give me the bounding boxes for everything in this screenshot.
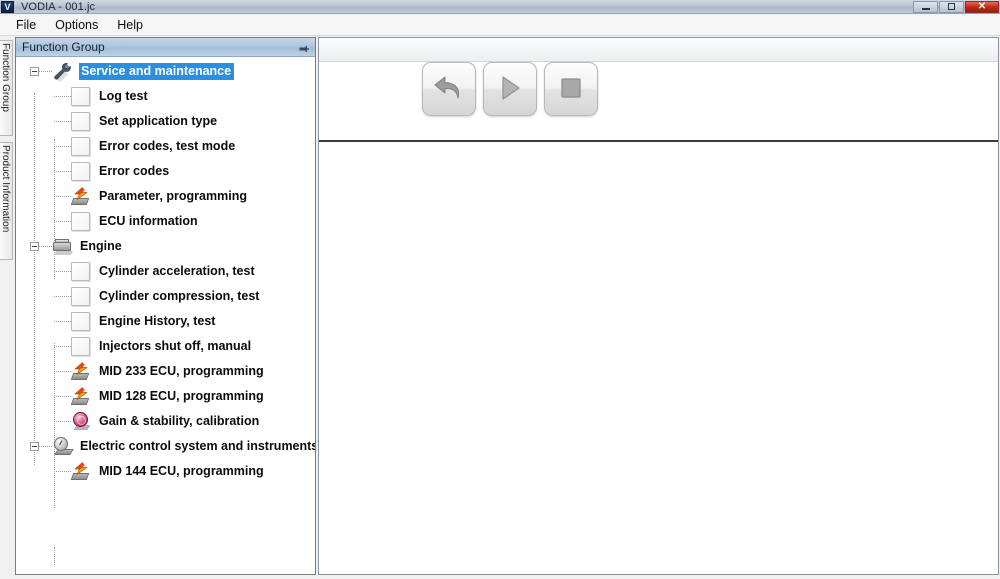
vertical-tab-function-group-label: Function Group: [0, 43, 11, 112]
engine-block-icon: [52, 238, 73, 258]
vertical-tab-product-information[interactable]: Product Information: [0, 142, 13, 260]
close-button[interactable]: ✕: [965, 1, 999, 13]
vertical-tab-strip: Function Group Product Information: [0, 36, 14, 579]
window-title: VODIA - 001.jc: [21, 1, 95, 13]
vertical-tab-function-group[interactable]: Function Group: [0, 40, 13, 136]
app-icon: V: [1, 1, 14, 13]
bar-chart-icon: [71, 211, 92, 232]
tree-item-label: Set application type: [97, 113, 220, 130]
tree-item-cylinder-acceleration-test[interactable]: Cylinder acceleration, test: [16, 259, 315, 284]
tree-item-label: Error codes: [97, 163, 172, 180]
tree-item-label: Cylinder compression, test: [97, 288, 262, 305]
bar-chart-icon: [71, 86, 92, 107]
instrument-dial-icon: [52, 436, 73, 457]
tree-item-mid-233-ecu-programming[interactable]: MID 233 ECU, programming: [16, 359, 315, 384]
bar-chart-icon: [71, 111, 92, 132]
expander-icon[interactable]: [30, 67, 39, 76]
menu-bar: File Options Help: [0, 14, 1000, 36]
tree-item-injectors-shut-off-manual[interactable]: Injectors shut off, manual: [16, 334, 315, 359]
tree-item-engine-history-test[interactable]: Engine History, test: [16, 309, 315, 334]
minimize-icon: [914, 2, 937, 12]
menu-item-file[interactable]: File: [8, 16, 44, 34]
main-content-area: [318, 37, 999, 575]
title-bar: V VODIA - 001.jc ✕: [0, 0, 1000, 14]
expander-icon[interactable]: [30, 442, 39, 451]
toolbar-background-strip: [319, 38, 998, 62]
tree-item-ecu-information[interactable]: ECU information: [16, 209, 315, 234]
tree-item-label: Injectors shut off, manual: [97, 338, 254, 355]
tree-item-label: Cylinder acceleration, test: [97, 263, 258, 280]
tree-item-label: Log test: [97, 88, 151, 105]
play-triangle-icon: [495, 73, 525, 106]
tree-item-label: Parameter, programming: [97, 188, 250, 205]
tree-group-label: Service and maintenance: [79, 63, 234, 80]
tree-item-label: Gain & stability, calibration: [97, 413, 262, 430]
tree-group-service-and-maintenance[interactable]: Service and maintenance: [16, 59, 315, 84]
content-pane[interactable]: [319, 142, 998, 574]
tree-item-mid-128-ecu-programming[interactable]: MID 128 ECU, programming: [16, 384, 315, 409]
application-window: V VODIA - 001.jc ✕ File Options Help Fun…: [0, 0, 1000, 579]
tree-item-label: ECU information: [97, 213, 201, 230]
back-button[interactable]: [422, 62, 476, 116]
action-toolbar: [319, 38, 998, 142]
programming-bolt-icon: [71, 461, 92, 482]
tree-guide-line: [54, 547, 55, 565]
minimize-button[interactable]: [913, 1, 938, 13]
panel-title: Function Group: [22, 40, 105, 54]
bar-chart-icon: [71, 286, 92, 307]
tree-item-gain-stability-calibration[interactable]: Gain & stability, calibration: [16, 409, 315, 434]
tree-item-cylinder-compression-test[interactable]: Cylinder compression, test: [16, 284, 315, 309]
tree-item-error-codes[interactable]: Error codes: [16, 159, 315, 184]
tree-item-label: MID 233 ECU, programming: [97, 363, 267, 380]
tree-item-mid-144-ecu-programming[interactable]: MID 144 ECU, programming: [16, 459, 315, 484]
menu-item-options[interactable]: Options: [47, 16, 106, 34]
expander-icon[interactable]: [30, 242, 39, 251]
wrench-icon: [52, 61, 74, 83]
window-controls: ✕: [912, 0, 999, 13]
bar-chart-icon: [71, 311, 92, 332]
gauge-icon: [71, 411, 92, 432]
tree-item-label: MID 128 ECU, programming: [97, 388, 267, 405]
vertical-tab-product-information-label: Product Information: [0, 145, 11, 232]
tree-item-error-codes-test-mode[interactable]: Error codes, test mode: [16, 134, 315, 159]
panel-header: Function Group: [16, 38, 315, 57]
menu-item-help[interactable]: Help: [109, 16, 151, 34]
bar-chart-icon: [71, 336, 92, 357]
back-arrow-icon: [432, 73, 466, 106]
tree-group-electric-control-system-and-instruments[interactable]: Electric control system and instruments: [16, 434, 315, 459]
stop-button[interactable]: [544, 62, 598, 116]
stop-square-icon: [558, 75, 584, 104]
tree-group-label: Engine: [78, 238, 125, 255]
tree-item-parameter-programming[interactable]: Parameter, programming: [16, 184, 315, 209]
tree-item-label: MID 144 ECU, programming: [97, 463, 267, 480]
bar-chart-icon: [71, 161, 92, 182]
function-group-tree[interactable]: Service and maintenance /*selection appl…: [16, 57, 315, 574]
programming-bolt-icon: [71, 361, 92, 382]
programming-bolt-icon: [71, 186, 92, 207]
bar-chart-icon: [71, 261, 92, 282]
tree-item-label: Error codes, test mode: [97, 138, 238, 155]
programming-bolt-icon: [71, 386, 92, 407]
bar-chart-icon: [71, 136, 92, 157]
run-button[interactable]: [483, 62, 537, 116]
tree-item-label: Engine History, test: [97, 313, 218, 330]
tree-item-set-application-type[interactable]: Set application type: [16, 109, 315, 134]
tree-group-engine[interactable]: Engine: [16, 234, 315, 259]
auto-hide-pin-icon[interactable]: [299, 43, 309, 53]
tree-item-log-test[interactable]: Log test: [16, 84, 315, 109]
close-icon: ✕: [966, 2, 998, 12]
function-group-panel: Function Group: [15, 37, 316, 575]
maximize-icon: [940, 2, 963, 12]
maximize-button[interactable]: [939, 1, 964, 13]
tree-group-label: Electric control system and instruments: [78, 438, 315, 455]
